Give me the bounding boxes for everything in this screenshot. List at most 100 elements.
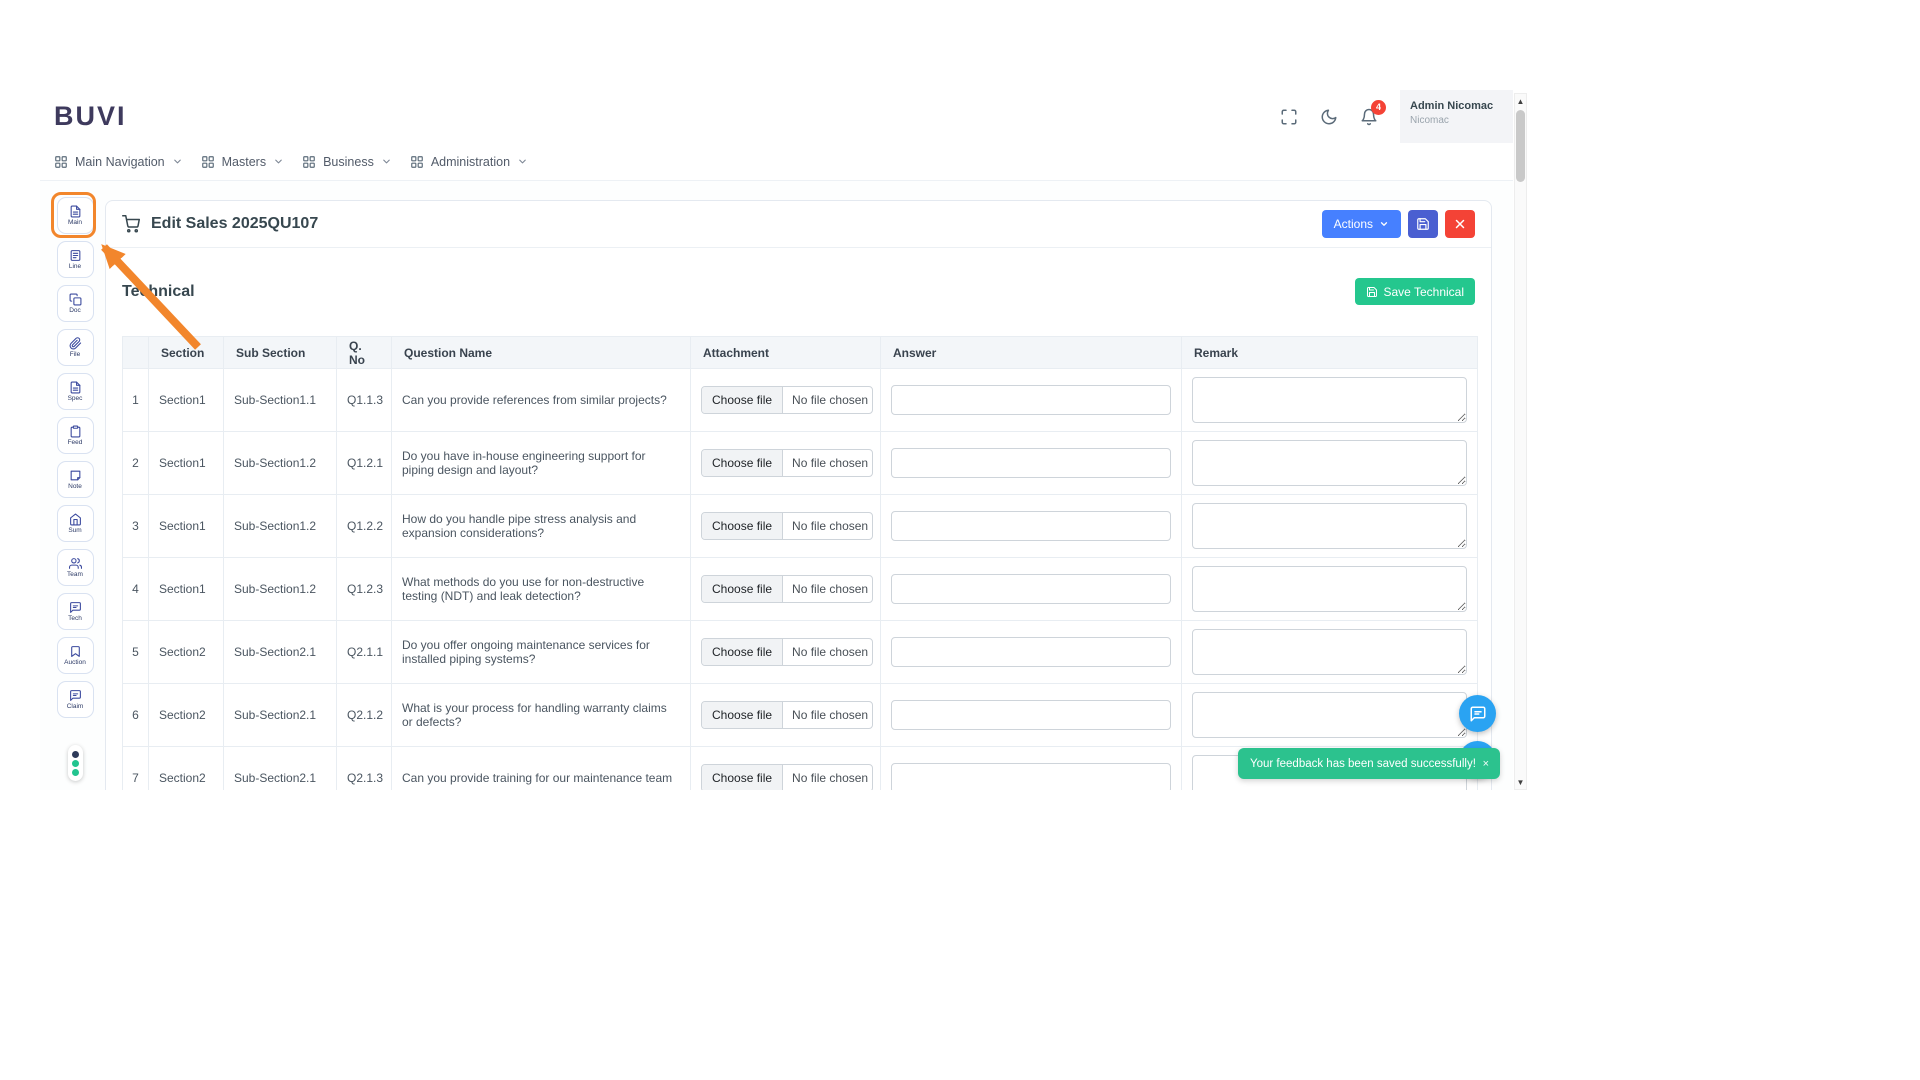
status-dot-green [71,759,79,767]
success-toast: Your feedback has been saved successfull… [1238,748,1500,779]
fullscreen-icon[interactable] [1280,108,1298,126]
sidebar-item-feed[interactable]: Feed [56,417,94,454]
page-title: Edit Sales 2025QU107 [151,215,319,232]
paperclip-icon [69,337,82,350]
menu-item-label: Main Navigation [75,154,165,169]
close-button[interactable] [1445,210,1475,238]
menu-item-main-navigation[interactable]: Main Navigation [54,155,183,169]
sidebar-item-tech[interactable]: Tech [56,593,94,630]
choose-file-button[interactable]: Choose file [702,387,784,413]
attachment-file-input[interactable]: Choose file No file chosen [701,512,873,540]
row-number: 2 [122,431,149,495]
answer-input[interactable] [891,763,1171,790]
choose-file-button[interactable]: Choose file [702,576,784,602]
choose-file-button[interactable]: Choose file [702,513,784,539]
sidebar-item-line[interactable]: Line [56,241,94,278]
sidebar-item-file[interactable]: File [56,329,94,366]
question-name-cell: Can you provide training for our mainten… [391,746,691,790]
remark-cell [1181,494,1478,558]
actions-button[interactable]: Actions [1321,210,1401,238]
technical-section-header: Technical Save Technical [106,248,1491,305]
grid-icon [410,155,424,169]
menu-item-business[interactable]: Business [302,155,392,169]
sidebar-item-claim[interactable]: Claim [56,681,94,718]
sub-section-cell: Sub-Section1.2 [223,431,337,495]
menu-item-administration[interactable]: Administration [410,155,528,169]
grid-icon [302,155,316,169]
save-button[interactable] [1408,210,1438,238]
file-status-text: No file chosen [792,645,869,659]
answer-cell [880,368,1182,432]
sidebar-item-spec[interactable]: Spec [56,373,94,410]
sidebar-item-note[interactable]: Note [56,461,94,498]
answer-input[interactable] [891,385,1171,415]
answer-input[interactable] [891,700,1171,730]
attachment-file-input[interactable]: Choose file No file chosen [701,575,873,603]
remark-textarea[interactable] [1192,440,1467,486]
col-header-sub-section: Sub Section [223,336,337,369]
sidebar-item-sum[interactable]: Sum [56,505,94,542]
answer-input[interactable] [891,448,1171,478]
attachment-cell: Choose file No file chosen [690,431,881,495]
scroll-down-arrow[interactable]: ▼ [1515,775,1526,789]
attachment-file-input[interactable]: Choose file No file chosen [701,386,873,414]
save-technical-button[interactable]: Save Technical [1354,278,1475,305]
choose-file-button[interactable]: Choose file [702,639,784,665]
attachment-file-input[interactable]: Choose file No file chosen [701,638,873,666]
question-name-cell: What methods do you use for non-destruct… [391,557,691,621]
chevron-down-icon [517,156,528,167]
menu-item-masters[interactable]: Masters [201,155,284,169]
section-cell: Section2 [148,620,224,684]
answer-input[interactable] [891,574,1171,604]
file-text-icon [69,205,82,218]
section-cell: Section1 [148,368,224,432]
col-header-section: Section [148,336,224,369]
file-status-text: No file chosen [792,456,869,470]
remark-textarea[interactable] [1192,377,1467,423]
top-header: BUVI 4 Admin Nicomac Nicomac [40,90,1513,143]
scrollbar-track[interactable] [1515,108,1526,775]
sub-section-cell: Sub-Section2.1 [223,746,337,790]
header-actions: 4 Admin Nicomac Nicomac [1280,90,1513,143]
sidebar-item-team[interactable]: Team [56,549,94,586]
remark-textarea[interactable] [1192,629,1467,675]
sidebar-item-doc[interactable]: Doc [56,285,94,322]
user-profile[interactable]: Admin Nicomac Nicomac [1400,90,1513,143]
choose-file-button[interactable]: Choose file [702,702,784,728]
sidebar-item-auction[interactable]: Auction [56,637,94,674]
toast-close-icon[interactable]: × [1481,758,1491,770]
sidebar-buttons: Main Line Doc File Spec Feed Note Sum Te… [56,197,94,718]
remark-textarea[interactable] [1192,566,1467,612]
attachment-file-input[interactable]: Choose file No file chosen [701,449,873,477]
page-scrollbar[interactable]: ▲ ▼ [1514,93,1527,790]
sidebar-item-main[interactable]: Main [56,197,94,234]
sidebar-item-label: Doc [69,306,81,314]
answer-input[interactable] [891,511,1171,541]
attachment-file-input[interactable]: Choose file No file chosen [701,764,873,790]
attachment-file-input[interactable]: Choose file No file chosen [701,701,873,729]
sub-section-cell: Sub-Section1.2 [223,494,337,558]
remark-cell [1181,368,1478,432]
chat-fab-button[interactable] [1459,695,1496,732]
section-cell: Section1 [148,431,224,495]
choose-file-button[interactable]: Choose file [702,765,784,790]
answer-input[interactable] [891,637,1171,667]
main-menu-bar: Main Navigation Masters Business Adminis… [40,143,1513,181]
dark-mode-moon-icon[interactable] [1320,108,1338,126]
table-row: 5 Section2 Sub-Section2.1 Q2.1.1 Do you … [122,620,1478,684]
questions-table: Section Sub Section Q. No Question Name … [122,336,1478,790]
scroll-up-arrow[interactable]: ▲ [1515,94,1526,108]
question-name-cell: Do you offer ongoing maintenance service… [391,620,691,684]
scrollbar-thumb[interactable] [1516,110,1525,182]
status-widget[interactable] [67,745,83,781]
section-cell: Section2 [148,746,224,790]
remark-cell [1181,431,1478,495]
remark-textarea[interactable] [1192,692,1467,738]
chevron-down-icon [172,156,183,167]
app-window: BUVI 4 Admin Nicomac Nicomac Main Naviga… [40,90,1513,790]
col-header-question-name: Question Name [391,336,691,369]
choose-file-button[interactable]: Choose file [702,450,784,476]
chat-icon [69,601,82,614]
remark-textarea[interactable] [1192,503,1467,549]
notifications-bell-icon[interactable]: 4 [1360,99,1386,126]
